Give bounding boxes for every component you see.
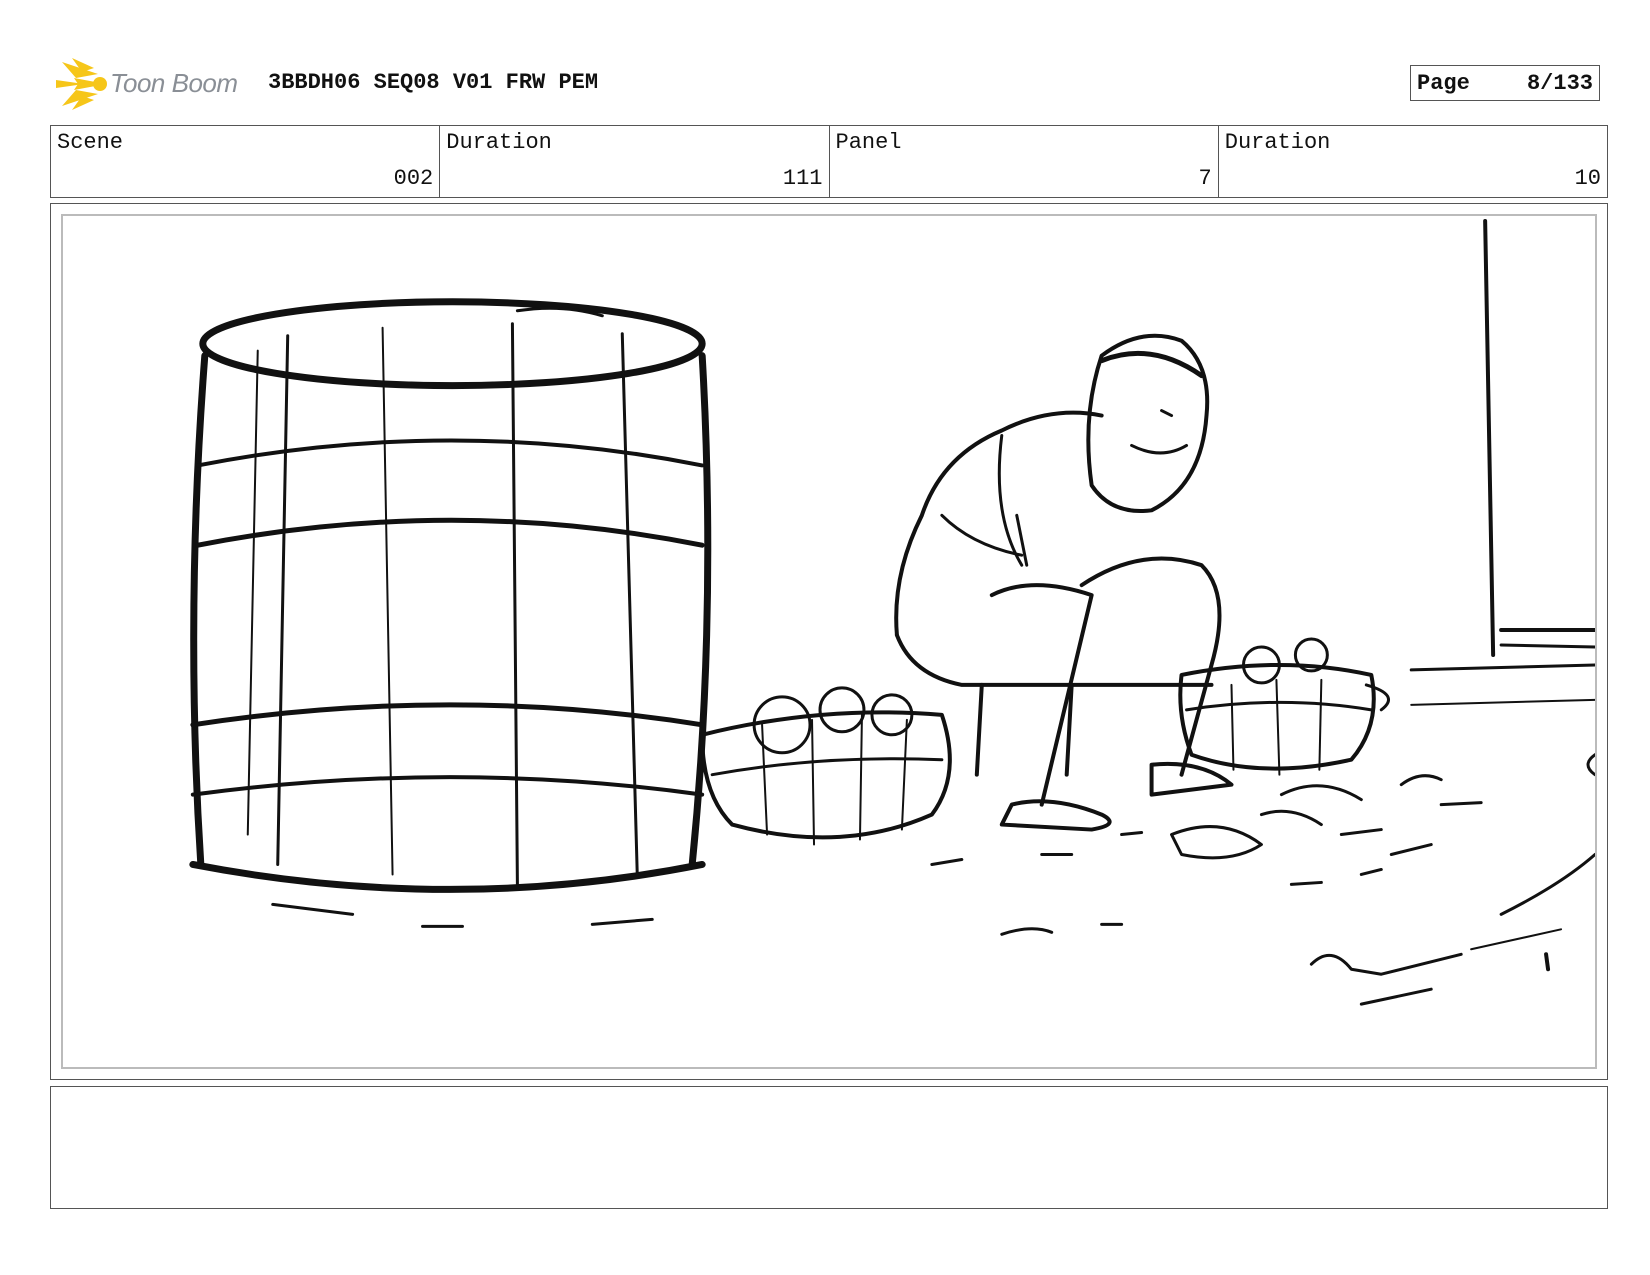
panel-duration-cell: Duration 10 [1219,126,1607,197]
panel-label: Panel [835,130,902,155]
panel-duration-value: 10 [1574,166,1601,191]
scene-duration-cell: Duration 111 [440,126,830,197]
starburst-logo-icon [56,58,107,110]
notes-box[interactable] [50,1086,1608,1209]
page-counter: Page 8/133 [1410,65,1600,101]
storyboard-panel [50,203,1608,1080]
scene-duration-label: Duration [446,130,552,155]
page-label: Page [1417,71,1470,96]
room-lines-sketch [1309,218,1595,1006]
panel-duration-label: Duration [1224,130,1331,155]
panel-image-area [61,214,1597,1069]
logo-text: Toon Boom [110,68,238,98]
character-sketch [894,333,1234,832]
scene-label: Scene [57,130,124,155]
basket-left-sketch [700,686,952,846]
debris-sketch [930,774,1483,936]
panel-value: 7 [1198,166,1212,191]
storyboard-sketch [189,218,1595,1006]
page-value: 8/133 [1526,71,1593,96]
scene-cell: Scene 002 [51,126,441,197]
page-header: Toon Boom 3BBDH06 SEQ08 V01 FRW PEM Page… [50,56,1610,110]
project-title: 3BBDH06 SEQ08 V01 FRW PEM [268,70,599,95]
panel-cell: Panel 7 [830,126,1219,197]
scene-value: 002 [393,166,434,191]
toon-boom-logo: Toon Boom [54,58,254,110]
scene-info-table: Scene 002 Duration 111 Panel 7 Duration … [50,125,1608,198]
barrel-sketch [189,298,712,928]
scene-duration-value: 111 [782,166,823,191]
